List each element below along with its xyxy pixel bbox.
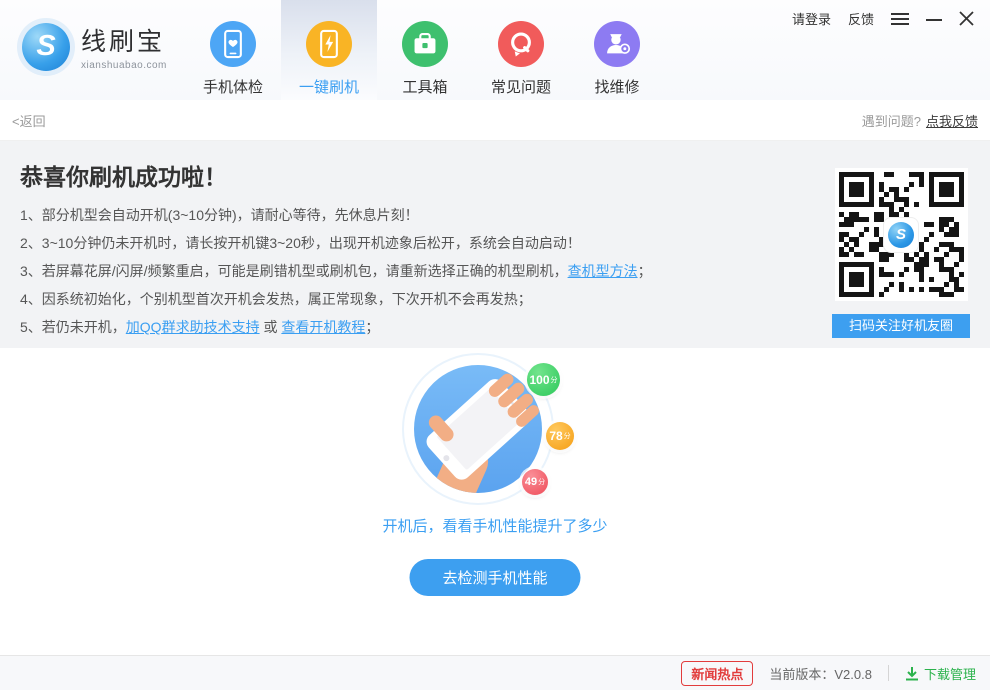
footer-divider [888, 665, 889, 681]
check-model-link[interactable]: 查机型方法 [568, 263, 638, 279]
nav-label: 工具箱 [402, 76, 447, 97]
result-title: 恭喜你刷机成功啦！ [20, 158, 970, 192]
problem-text: 遇到问题? [862, 114, 921, 129]
flash-result-section: 恭喜你刷机成功啦！ 1、部分机型会自动开机(3~10分钟)，请耐心等待，先休息片… [0, 141, 990, 348]
tips-list: 1、部分机型会自动开机(3~10分钟)，请耐心等待，先休息片刻！ 2、3~10分… [20, 201, 970, 341]
repair-icon [594, 21, 640, 67]
download-label: 下载管理 [924, 664, 976, 683]
brand-logo-icon: S [22, 23, 70, 71]
qq-group-link[interactable]: 加QQ群求助技术支持 [126, 319, 260, 335]
one-key-flash-icon [306, 21, 352, 67]
tip-line-2: 2、3~10分钟仍未开机时，请长按开机键3~20秒，出现开机迹象后松开，系统会自… [20, 229, 825, 257]
feedback-link[interactable]: 反馈 [848, 9, 874, 28]
nav-tab-one-key-flash[interactable]: 一键刷机 [281, 0, 377, 100]
faq-icon [498, 21, 544, 67]
login-link[interactable]: 请登录 [792, 9, 831, 28]
score-badge-100: 100分 [527, 363, 560, 396]
news-hotspot-button[interactable]: 新闻热点 [681, 661, 753, 686]
brand-domain: xianshuabao.com [81, 60, 167, 71]
close-icon[interactable] [959, 11, 974, 26]
test-performance-button[interactable]: 去检测手机性能 [409, 559, 580, 596]
performance-section: 100分 78分 49分 开机后，看看手机性能提升了多少 去检测手机性能 [0, 348, 990, 655]
score-badge-49: 49分 [522, 469, 548, 495]
brand-logo: S 线刷宝 xianshuabao.com [22, 22, 167, 71]
window-controls: 请登录 反馈 [792, 9, 974, 28]
brand-name: 线刷宝 [81, 22, 167, 58]
minimize-icon[interactable] [926, 12, 942, 26]
score-badge-78: 78分 [546, 422, 574, 450]
tip-line-5: 5、若仍未开机，加QQ群求助技术支持 或 查看开机教程； [20, 313, 825, 341]
nav-tab-faq[interactable]: 常见问题 [473, 0, 569, 100]
app-window: S 线刷宝 xianshuabao.com 手机体检 [0, 0, 990, 690]
app-header: S 线刷宝 xianshuabao.com 手机体检 [0, 0, 990, 100]
tip-line-3: 3、若屏幕花屏/闪屏/频繁重启，可能是刷错机型或刷机包，请重新选择正确的机型刷机… [20, 257, 825, 285]
app-footer: 新闻热点 当前版本：V2.0.8 下载管理 [0, 655, 990, 690]
phone-checkup-icon [210, 21, 256, 67]
nav-tab-phone-checkup[interactable]: 手机体检 [185, 0, 281, 100]
toolbox-icon [402, 21, 448, 67]
menu-icon[interactable] [891, 12, 909, 26]
nav-tab-toolbox[interactable]: 工具箱 [377, 0, 473, 100]
version-label: 当前版本：V2.0.8 [769, 664, 872, 683]
click-feedback-link[interactable]: 点我反馈 [926, 114, 978, 129]
download-icon [905, 666, 919, 681]
qr-caption[interactable]: 扫码关注好机友圈 [832, 314, 970, 338]
tip-line-1: 1、部分机型会自动开机(3~10分钟)，请耐心等待，先休息片刻！ [20, 201, 825, 229]
nav-label: 常见问题 [491, 76, 551, 97]
tip-line-4: 4、因系统初始化，个别机型首次开机会发热，属正常现象，下次开机不会再发热； [20, 285, 825, 313]
qr-code: S [835, 168, 968, 301]
main-nav: 手机体检 一键刷机 工 [185, 0, 665, 100]
brand-text: 线刷宝 xianshuabao.com [81, 22, 167, 71]
back-link[interactable]: <返回 [12, 111, 46, 130]
nav-label: 找维修 [594, 76, 639, 97]
nav-label: 一键刷机 [299, 76, 359, 97]
performance-hint: 开机后，看看手机性能提升了多少 [0, 515, 990, 536]
nav-label: 手机体检 [203, 76, 263, 97]
download-manager-button[interactable]: 下载管理 [905, 664, 976, 683]
subheader: <返回 遇到问题? 点我反馈 [0, 100, 990, 141]
qr-center-logo: S [884, 218, 918, 252]
qr-block: S 扫码关注好机友圈 [832, 168, 970, 338]
boot-tutorial-link[interactable]: 查看开机教程 [281, 319, 365, 335]
problem-area: 遇到问题? 点我反馈 [862, 111, 978, 130]
nav-tab-repair[interactable]: 找维修 [569, 0, 665, 100]
